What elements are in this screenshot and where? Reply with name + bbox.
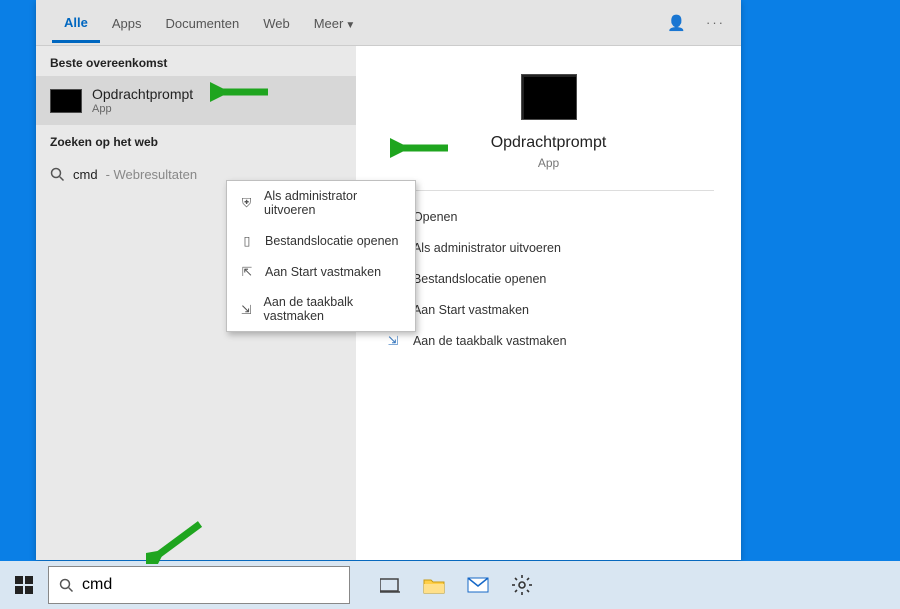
start-button[interactable]	[0, 561, 48, 609]
cmd-icon	[50, 89, 82, 113]
shield-icon: ⛨	[239, 196, 254, 211]
chevron-down-icon: ▼	[345, 20, 355, 31]
annotation-arrow	[390, 134, 450, 162]
search-icon	[50, 167, 65, 182]
best-match-title: Opdrachtprompt	[92, 86, 193, 102]
tab-all[interactable]: Alle	[52, 3, 100, 43]
feedback-icon[interactable]: 👤	[667, 14, 686, 32]
action-open[interactable]: ⧉ Openen	[383, 201, 714, 232]
ctx-run-admin[interactable]: ⛨ Als administrator uitvoeren	[227, 181, 415, 225]
cmd-large-icon	[521, 74, 577, 120]
pin-taskbar-icon: ⇲	[385, 333, 401, 348]
tab-documents[interactable]: Documenten	[153, 4, 251, 41]
search-tabs: Alle Apps Documenten Web Meer▼ 👤 ···	[36, 0, 741, 46]
detail-subtitle: App	[538, 156, 559, 170]
tab-web[interactable]: Web	[251, 4, 302, 41]
action-pin-start[interactable]: ⇱ Aan Start vastmaken	[383, 294, 714, 325]
folder-icon: ▯	[239, 233, 255, 248]
pin-taskbar-icon: ⇲	[239, 302, 254, 317]
section-best-match: Beste overeenkomst	[36, 46, 356, 76]
search-icon	[59, 578, 74, 593]
task-view-icon[interactable]	[368, 561, 412, 609]
taskbar-search-input[interactable]	[82, 576, 339, 594]
action-open-location[interactable]: ▯ Bestandslocatie openen	[383, 263, 714, 294]
section-search-web: Zoeken op het web	[36, 125, 356, 155]
annotation-arrow	[210, 78, 270, 106]
taskbar-search-box[interactable]	[48, 566, 350, 604]
taskbar	[0, 561, 900, 609]
annotation-arrow	[146, 518, 206, 564]
windows-search-panel: Alle Apps Documenten Web Meer▼ 👤 ··· Bes…	[36, 0, 741, 560]
tab-more[interactable]: Meer▼	[302, 4, 368, 41]
pin-start-icon: ⇱	[239, 264, 255, 279]
tab-apps[interactable]: Apps	[100, 4, 154, 41]
ctx-pin-start[interactable]: ⇱ Aan Start vastmaken	[227, 256, 415, 287]
context-menu: ⛨ Als administrator uitvoeren ▯ Bestands…	[226, 180, 416, 332]
mail-icon[interactable]	[456, 561, 500, 609]
best-match-result[interactable]: Opdrachtprompt App	[36, 76, 356, 125]
settings-icon[interactable]	[500, 561, 544, 609]
action-run-admin[interactable]: ⛨ Als administrator uitvoeren	[383, 232, 714, 263]
windows-logo-icon	[15, 576, 33, 594]
more-options-icon[interactable]: ···	[706, 15, 725, 30]
best-match-subtitle: App	[92, 103, 193, 115]
file-explorer-icon[interactable]	[412, 561, 456, 609]
divider	[383, 190, 714, 191]
detail-title: Opdrachtprompt	[491, 134, 607, 152]
ctx-pin-taskbar[interactable]: ⇲ Aan de taakbalk vastmaken	[227, 287, 415, 331]
action-pin-taskbar[interactable]: ⇲ Aan de taakbalk vastmaken	[383, 325, 714, 356]
ctx-open-location[interactable]: ▯ Bestandslocatie openen	[227, 225, 415, 256]
